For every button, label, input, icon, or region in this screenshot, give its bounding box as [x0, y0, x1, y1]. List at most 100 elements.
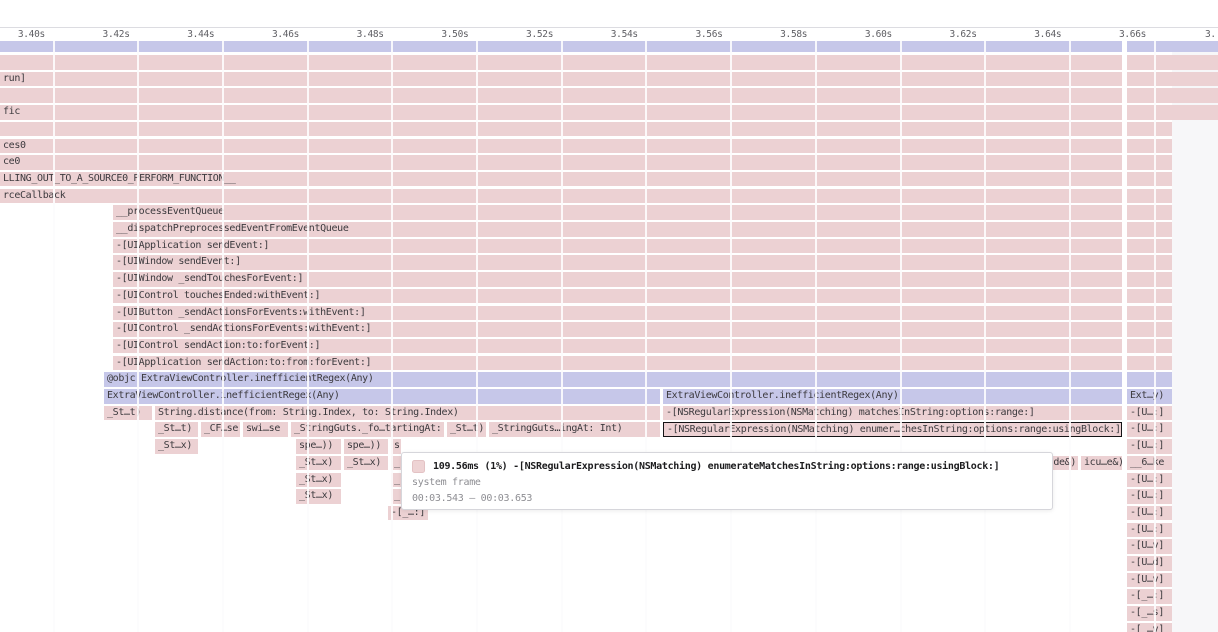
flame-frame[interactable]: spe…))	[296, 439, 341, 454]
ruler-tick-label: 3.54s	[611, 29, 638, 40]
tooltip-time-range: 00:03.543 — 00:03.653	[412, 490, 1042, 506]
flame-frame[interactable]	[1127, 72, 1218, 87]
flame-frame[interactable]	[1127, 222, 1172, 237]
tooltip-title: 109.56ms (1%) -[NSRegularExpression(NSMa…	[433, 461, 999, 472]
flame-frame[interactable]: -[U…:]	[1127, 439, 1172, 454]
flame-frame[interactable]: -[U…:]	[1127, 506, 1172, 521]
flame-frame[interactable]: -[U…:]	[1127, 422, 1172, 437]
flame-frame[interactable]	[1127, 55, 1218, 70]
flame-frame[interactable]: _StringGuts…ingAt: Int)	[489, 422, 660, 437]
flame-frame[interactable]	[1127, 189, 1172, 204]
timeline-gridline	[222, 41, 224, 632]
flame-frame[interactable]	[1127, 41, 1218, 52]
flame-frame[interactable]: _St…x)	[155, 439, 198, 454]
flame-frame[interactable]: -[UIControl _sendActionsForEvents:withEv…	[113, 322, 1122, 337]
timeline-gridline	[53, 41, 55, 632]
flame-frame[interactable]	[1127, 306, 1172, 321]
ruler-tick-label: 3.62s	[950, 29, 977, 40]
flame-frame[interactable]	[1127, 322, 1172, 337]
flame-frame[interactable]: -[_…:]	[1127, 589, 1172, 604]
flame-frame[interactable]: -[_…v]	[1127, 623, 1172, 632]
timeline-gridline	[137, 41, 139, 632]
flame-frame[interactable]: __6…ke	[1127, 456, 1172, 471]
ruler-tick-label: 3.48s	[357, 29, 384, 40]
flame-frame[interactable]	[1127, 172, 1172, 187]
flame-frame[interactable]	[1127, 356, 1172, 371]
instruments-flame-chart-screen: run]ficces0ce0LLING_OUT_TO_A_SOURCE0_PER…	[0, 0, 1218, 632]
flame-frame[interactable]: -[UIApplication sendEvent:]	[113, 239, 1122, 254]
flame-frame[interactable]	[1127, 372, 1172, 387]
timeline-gridline	[1069, 41, 1071, 632]
flame-frame[interactable]: _St…x)	[296, 456, 341, 471]
ruler-tick-label: 3.50s	[441, 29, 468, 40]
flame-frame[interactable]	[1127, 155, 1172, 170]
flame-frame[interactable]: -[UIControl sendAction:to:forEvent:]	[113, 339, 1122, 354]
ruler-tick-label: 3.	[1205, 29, 1216, 40]
flame-frame[interactable]	[1127, 239, 1172, 254]
flame-frame[interactable]: -[U…v]	[1127, 539, 1172, 554]
flame-frame[interactable]: -[UIWindow _sendTouchesForEvent:]	[113, 272, 1122, 287]
ruler-tick-label: 3.58s	[780, 29, 807, 40]
flame-frame[interactable]	[1127, 105, 1218, 120]
flame-frame[interactable]: ExtraViewController.inefficientRegex(Any…	[104, 389, 660, 404]
flame-frame[interactable]	[1127, 272, 1172, 287]
timeline-gridline	[1154, 41, 1156, 632]
ruler-tick-label: 3.64s	[1034, 29, 1061, 40]
ruler-tick-label: 3.60s	[865, 29, 892, 40]
ruler-baseline	[0, 27, 1218, 28]
flame-frame[interactable]: -[U…v]	[1127, 573, 1172, 588]
ruler-tick-label: 3.44s	[187, 29, 214, 40]
ruler-tick-label: 3.56s	[695, 29, 722, 40]
flame-frame[interactable]: Ext…y)	[1127, 389, 1172, 404]
flame-frame[interactable]: icu…e&)	[1081, 456, 1122, 471]
flame-frame[interactable]: __dispatchPreprocessedEventFromEventQueu…	[113, 222, 1122, 237]
flame-frame[interactable]: _St…t)	[447, 422, 486, 437]
flame-frame[interactable]: -[U…:]	[1127, 406, 1172, 421]
flame-frame[interactable]	[1127, 139, 1172, 154]
flame-frame[interactable]: __processEventQueue	[113, 205, 1122, 220]
flame-frame[interactable]: -[_…s]	[1127, 606, 1172, 621]
flame-frame[interactable]: @objc ExtraViewController.inefficientReg…	[104, 372, 1122, 387]
flame-frame[interactable]	[1127, 205, 1172, 220]
flame-frame[interactable]: _St…x)	[296, 489, 341, 504]
flame-frame[interactable]	[1127, 289, 1172, 304]
flame-frame[interactable]	[1127, 339, 1172, 354]
flame-frame[interactable]: -[U…:]	[1127, 523, 1172, 538]
timeline-gridline	[984, 41, 986, 632]
timeline-ruler[interactable]: 3.40s 3.42s 3.44s 3.46s 3.48s 3.50s 3.52s 3.54s…	[0, 0, 1218, 40]
flame-frame[interactable]: _StringGuts._fo…tartingAt: Int)	[291, 422, 444, 437]
flame-frame[interactable]: -[U…:]	[1127, 489, 1172, 504]
flame-frame[interactable]: -[UIWindow sendEvent:]	[113, 255, 1122, 270]
flame-frame[interactable]: _St…t)	[155, 422, 198, 437]
flame-frame[interactable]: _St…x)	[296, 473, 341, 488]
timeline-gridline	[815, 41, 817, 632]
flame-frame[interactable]: _St…t)	[104, 406, 152, 421]
frame-tooltip: 109.56ms (1%) -[NSRegularExpression(NSMa…	[401, 452, 1053, 510]
flame-frame[interactable]: -[UIApplication sendAction:to:from:forEv…	[113, 356, 1122, 371]
flame-frame[interactable]: spe…))	[344, 439, 388, 454]
flame-frame[interactable]	[1127, 88, 1218, 103]
timeline-gridline	[391, 41, 393, 632]
flame-frame[interactable]: -[U…:]	[1127, 473, 1172, 488]
frame-color-swatch-icon	[412, 460, 425, 473]
flame-frame[interactable]: _St…x)	[344, 456, 388, 471]
flame-frame[interactable]: swi…se	[243, 422, 288, 437]
ruler-tick-label: 3.66s	[1119, 29, 1146, 40]
tooltip-note: system frame	[412, 474, 1042, 490]
ruler-tick-label: 3.52s	[526, 29, 553, 40]
flame-frame[interactable]: _CF…se	[201, 422, 240, 437]
flame-frame[interactable]	[1127, 122, 1172, 137]
timeline-gridline	[561, 41, 563, 632]
flame-frame[interactable]	[1127, 255, 1172, 270]
right-background-strip	[1172, 41, 1218, 632]
ruler-tick-label: 3.42s	[103, 29, 130, 40]
flame-frame[interactable]: -[UIControl touchesEnded:withEvent:]	[113, 289, 1122, 304]
timeline-gridline	[900, 41, 902, 632]
flame-frame[interactable]: -[UIButton _sendActionsForEvents:withEve…	[113, 306, 1122, 321]
timeline-gridline	[645, 41, 647, 632]
timeline-gridline	[730, 41, 732, 632]
ruler-tick-label: 3.46s	[272, 29, 299, 40]
flame-frame[interactable]: -[U…d]	[1127, 556, 1172, 571]
flame-frame[interactable]: String.distance(from: String.Index, to: …	[155, 406, 660, 421]
ruler-tick-label: 3.40s	[18, 29, 45, 40]
